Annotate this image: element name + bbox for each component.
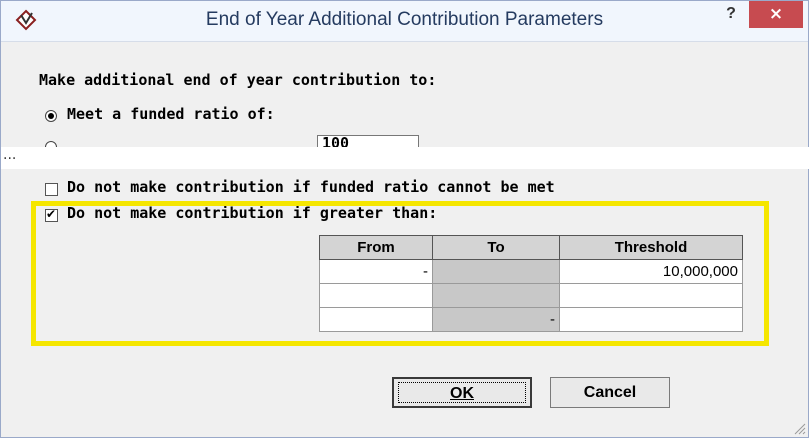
close-button[interactable]: × bbox=[749, 1, 803, 28]
cropped-region: ... bbox=[1, 147, 809, 169]
cell-to[interactable] bbox=[432, 283, 560, 308]
table-header-row: From To Threshold bbox=[319, 235, 743, 260]
ellipsis-marker: ... bbox=[3, 147, 17, 163]
funded-ratio-not-met-label: Do not make contribution if funded ratio… bbox=[67, 178, 555, 196]
resize-grip-icon[interactable] bbox=[792, 421, 806, 435]
section-heading: Make additional end of year contribution… bbox=[39, 71, 437, 89]
help-button[interactable]: ? bbox=[718, 3, 744, 27]
cancel-button-label: Cancel bbox=[583, 384, 637, 401]
funded-ratio-radio[interactable] bbox=[45, 110, 57, 122]
cell-to[interactable] bbox=[432, 259, 560, 284]
threshold-table: From To Threshold - 10,000,000 - bbox=[319, 235, 743, 332]
table-row: - 10,000,000 bbox=[319, 259, 743, 284]
cell-from[interactable] bbox=[319, 283, 433, 308]
cell-threshold[interactable] bbox=[559, 283, 743, 308]
column-header-threshold[interactable]: Threshold bbox=[559, 235, 743, 260]
table-row bbox=[319, 283, 743, 308]
focus-rectangle bbox=[398, 382, 526, 403]
window-title: End of Year Additional Contribution Para… bbox=[205, 9, 604, 30]
cell-threshold[interactable]: 10,000,000 bbox=[559, 259, 743, 284]
cancel-button[interactable]: Cancel bbox=[550, 377, 670, 408]
cell-from[interactable] bbox=[319, 307, 433, 332]
dialog-window: End of Year Additional Contribution Para… bbox=[0, 0, 809, 438]
cell-from[interactable]: - bbox=[319, 259, 433, 284]
table-row: - bbox=[319, 307, 743, 332]
ok-button[interactable]: OK bbox=[392, 377, 532, 408]
funded-ratio-not-met-checkbox[interactable] bbox=[45, 183, 58, 196]
cell-to[interactable]: - bbox=[432, 307, 560, 332]
column-header-to[interactable]: To bbox=[432, 235, 560, 260]
title-bar[interactable]: End of Year Additional Contribution Para… bbox=[1, 1, 808, 42]
column-header-from[interactable]: From bbox=[319, 235, 433, 260]
funded-ratio-label: Meet a funded ratio of: bbox=[67, 105, 275, 123]
cell-threshold[interactable] bbox=[559, 307, 743, 332]
